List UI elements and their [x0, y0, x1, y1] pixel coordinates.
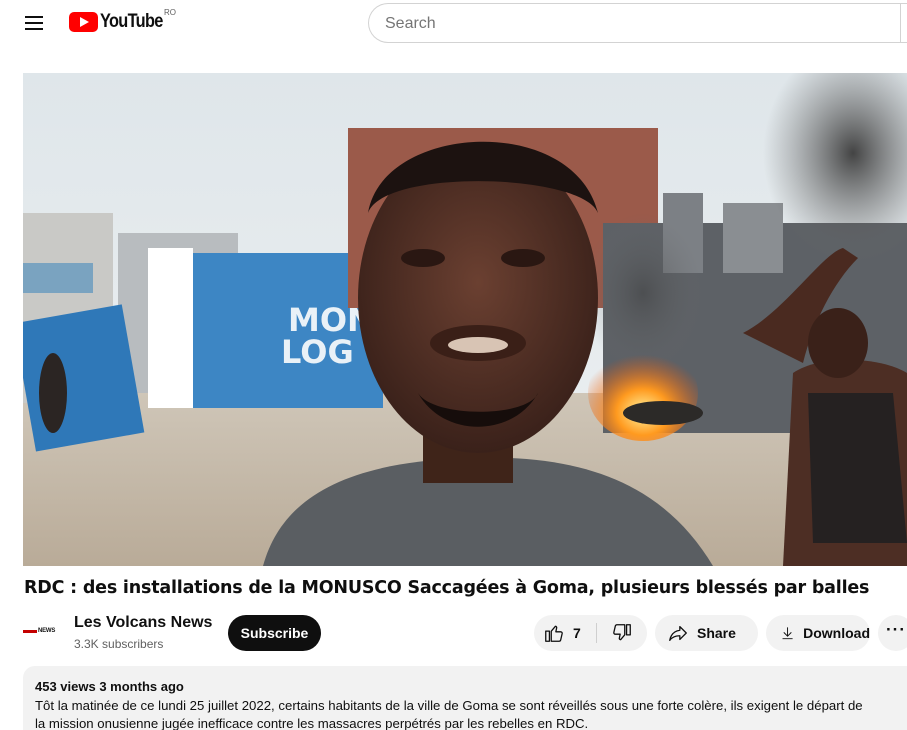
- region-code: RO: [164, 8, 176, 17]
- logo-text: YouTube: [100, 11, 163, 32]
- subscriber-count: 3.3K subscribers: [74, 637, 164, 651]
- video-player[interactable]: MON LOG: [23, 73, 907, 566]
- subscribe-button[interactable]: Subscribe: [228, 615, 321, 651]
- wall-sign-text-2: LOG: [281, 333, 354, 371]
- like-dislike-group: 7: [534, 615, 647, 651]
- search-button-divider: [900, 3, 901, 43]
- youtube-logo-icon: [69, 12, 98, 32]
- more-actions-button[interactable]: ···: [878, 615, 907, 651]
- youtube-logo[interactable]: YouTube: [69, 10, 173, 34]
- download-arrow-icon: [782, 627, 793, 640]
- avatar-logo-text: NEWS: [38, 628, 56, 634]
- download-label: Download: [803, 625, 870, 641]
- description-text: Tôt la matinée de ce lundi 25 juillet 20…: [35, 697, 907, 730]
- description-line: Tôt la matinée de ce lundi 25 juillet 20…: [35, 698, 863, 713]
- like-count: 7: [573, 625, 581, 641]
- channel-name-link[interactable]: Les Volcans News: [74, 614, 212, 632]
- share-label: Share: [697, 625, 736, 641]
- youtube-watch-page: YouTube RO Search MON LOG RDC: des inst…: [0, 0, 907, 730]
- search-input[interactable]: [385, 14, 785, 34]
- thumbs-up-icon: [545, 625, 563, 642]
- hamburger-menu-icon[interactable]: [24, 13, 46, 31]
- channel-avatar[interactable]: NEWS: [23, 620, 63, 642]
- avatar-logo-bar: [23, 629, 37, 633]
- thumbs-down-icon: [613, 624, 631, 641]
- description-box[interactable]: 453 views 3 months ago Tôt la matinée de…: [23, 666, 907, 730]
- view-count-and-date: 453 views 3 months ago: [35, 679, 184, 694]
- more-horizontal-icon: ···: [886, 620, 906, 639]
- masthead: YouTube RO: [0, 0, 907, 48]
- like-button[interactable]: 7: [534, 615, 596, 651]
- share-arrow-icon: [669, 625, 687, 641]
- dislike-button[interactable]: [597, 615, 647, 651]
- video-frame: MON LOG: [23, 73, 907, 566]
- download-button[interactable]: Download: [766, 615, 870, 651]
- search-box: [368, 3, 907, 43]
- video-title: RDC : des installations de la MONUSCO Sa…: [24, 578, 870, 598]
- description-line: la mission onusienne jugée inefficace co…: [35, 716, 589, 730]
- share-button[interactable]: Share: [655, 615, 758, 651]
